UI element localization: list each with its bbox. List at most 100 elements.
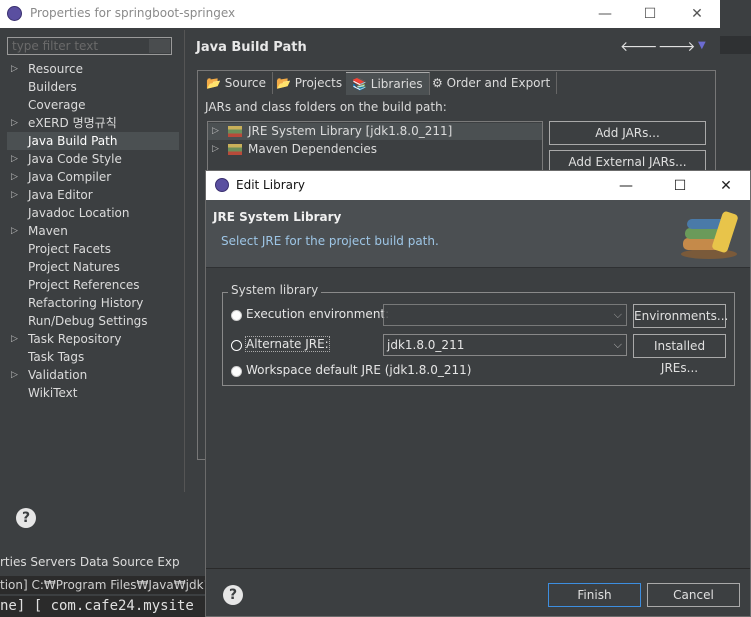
- console-output: ne] [ com.cafe24.mysite: [0, 596, 206, 617]
- tree-item-label: Task Tags: [28, 350, 85, 364]
- alternate-jre-combo[interactable]: jdk1.8.0_211 ⌵: [383, 334, 627, 356]
- alternate-jre-value: jdk1.8.0_211: [387, 338, 465, 352]
- alternate-jre-label[interactable]: Alternate JRE:: [245, 336, 330, 352]
- tab-order-export[interactable]: ⚙ Order and Export: [426, 72, 558, 94]
- expand-arrow-icon[interactable]: ▷: [212, 141, 219, 158]
- dialog-titlebar: Edit Library — ☐ ✕: [206, 171, 750, 200]
- tree-item-label: Coverage: [28, 98, 86, 112]
- workspace-default-radio[interactable]: [231, 366, 242, 377]
- library-item-jre[interactable]: ▷ JRE System Library [jdk1.8.0_211]: [208, 123, 542, 140]
- dialog-footer-separator: [206, 568, 750, 569]
- filter-input[interactable]: type filter text: [7, 37, 172, 55]
- edit-library-dialog: Edit Library — ☐ ✕ JRE System Library Se…: [205, 170, 751, 617]
- tree-item[interactable]: ▷ Resource: [7, 60, 179, 78]
- tree-item[interactable]: ▷ Java Compiler: [7, 168, 179, 186]
- tree-item[interactable]: ▷ Task Repository: [7, 330, 179, 348]
- tree-item[interactable]: ▷ Maven: [7, 222, 179, 240]
- dialog-header-title: JRE System Library: [213, 210, 342, 224]
- tree-item[interactable]: Java Build Path: [7, 132, 179, 150]
- tree-item-label: Project Natures: [28, 260, 120, 274]
- back-arrow-icon[interactable]: 🡐: [620, 38, 658, 55]
- add-jars-button[interactable]: Add JARs...: [549, 121, 706, 145]
- tree-item[interactable]: Coverage: [7, 96, 179, 114]
- tree-item[interactable]: ▷ Java Editor: [7, 186, 179, 204]
- source-icon: 📂: [206, 76, 225, 90]
- projects-icon: 📂: [276, 76, 295, 90]
- tree-item-label: Java Code Style: [28, 152, 122, 166]
- tree-item[interactable]: Project References: [7, 276, 179, 294]
- tree-item-label: Validation: [28, 368, 88, 382]
- minimize-button[interactable]: —: [588, 3, 622, 25]
- dialog-header: JRE System Library Select JRE for the pr…: [206, 200, 750, 268]
- expand-arrow-icon[interactable]: ▷: [11, 114, 18, 132]
- help-icon[interactable]: ?: [16, 508, 36, 528]
- tree-item[interactable]: Run/Debug Settings: [7, 312, 179, 330]
- expand-arrow-icon[interactable]: ▷: [11, 222, 18, 240]
- expand-arrow-icon[interactable]: ▷: [11, 330, 18, 348]
- tree-item-label: Javadoc Location: [28, 206, 130, 220]
- system-library-label: System library: [228, 283, 322, 297]
- dialog-maximize-button[interactable]: ☐: [663, 175, 697, 197]
- expand-arrow-icon[interactable]: ▷: [11, 186, 18, 204]
- expand-arrow-icon[interactable]: ▷: [212, 123, 219, 140]
- expand-arrow-icon[interactable]: ▷: [11, 366, 18, 384]
- view-menu-icon[interactable]: ▼: [698, 40, 706, 51]
- workspace-default-label[interactable]: Workspace default JRE (jdk1.8.0_211): [246, 363, 471, 377]
- tree-item[interactable]: Task Tags: [7, 348, 179, 366]
- library-icon: [228, 126, 242, 137]
- tab-source[interactable]: 📂 Source: [200, 72, 273, 94]
- library-icon: [228, 144, 242, 155]
- execution-environment-label[interactable]: Execution environment:: [246, 307, 389, 321]
- expand-arrow-icon[interactable]: ▷: [11, 60, 18, 78]
- execution-environment-radio[interactable]: [231, 310, 242, 321]
- tree-item-label: Java Build Path: [28, 134, 118, 148]
- tab-libraries[interactable]: 📚 Libraries: [346, 72, 430, 95]
- dialog-title: Edit Library: [236, 178, 306, 192]
- views-tabbar[interactable]: rties Servers Data Source Exp: [0, 552, 206, 572]
- tree-item-label: Project Facets: [28, 242, 111, 256]
- chevron-down-icon: ⌵: [613, 338, 622, 351]
- tree-item[interactable]: ▷ eXERD 명명규칙: [7, 114, 179, 132]
- tree-item[interactable]: Project Facets: [7, 240, 179, 258]
- tree-item[interactable]: ▷ Java Code Style: [7, 150, 179, 168]
- finish-button[interactable]: Finish: [548, 583, 641, 607]
- maximize-button[interactable]: ☐: [633, 3, 667, 25]
- dialog-header-description: Select JRE for the project build path.: [221, 234, 439, 248]
- page-title: Java Build Path: [196, 40, 307, 55]
- tree-item[interactable]: WikiText: [7, 384, 179, 402]
- dialog-help-icon[interactable]: ?: [223, 585, 243, 605]
- dialog-close-button[interactable]: ✕: [709, 175, 743, 197]
- close-button[interactable]: ✕: [680, 3, 714, 25]
- expand-arrow-icon[interactable]: ▷: [11, 168, 18, 186]
- alternate-jre-radio[interactable]: [231, 340, 242, 351]
- tree-item-label: Maven: [28, 224, 68, 238]
- tab-projects[interactable]: 📂 Projects: [270, 72, 350, 94]
- installed-jres-button[interactable]: Installed JREs...: [633, 334, 726, 375]
- tree-item[interactable]: Refactoring History: [7, 294, 179, 312]
- filter-clear-icon[interactable]: [149, 39, 170, 53]
- tree-item[interactable]: Javadoc Location: [7, 204, 179, 222]
- tree-item-label: eXERD 명명규칙: [28, 116, 117, 130]
- tree-item-label: Refactoring History: [28, 296, 144, 310]
- tree-item[interactable]: ▷ Validation: [7, 366, 179, 384]
- console-header: tion] C:₩Program Files₩Java₩jdk1.8.0: [0, 576, 206, 594]
- expand-arrow-icon[interactable]: ▷: [11, 150, 18, 168]
- environments-button[interactable]: Environments...: [633, 304, 728, 328]
- forward-arrow-icon[interactable]: 🡒: [658, 38, 696, 55]
- execution-environment-combo[interactable]: ⌵: [383, 304, 627, 326]
- tree-item[interactable]: Project Natures: [7, 258, 179, 276]
- tree-item-label: Java Compiler: [28, 170, 112, 184]
- tree-item-label: Java Editor: [28, 188, 93, 202]
- window-titlebar: Properties for springboot-springex — ☐ ✕: [0, 0, 720, 28]
- tree-item-label: WikiText: [28, 386, 78, 400]
- tree-item[interactable]: Builders: [7, 78, 179, 96]
- eclipse-icon: [7, 6, 22, 21]
- library-books-icon: [681, 211, 738, 259]
- cancel-button[interactable]: Cancel: [647, 583, 740, 607]
- tree-item-label: Task Repository: [28, 332, 122, 346]
- window-title: Properties for springboot-springex: [30, 6, 236, 20]
- eclipse-icon: [215, 178, 229, 192]
- tree-item-label: Project References: [28, 278, 140, 292]
- sash-divider[interactable]: [184, 30, 185, 492]
- dialog-minimize-button[interactable]: —: [609, 175, 643, 197]
